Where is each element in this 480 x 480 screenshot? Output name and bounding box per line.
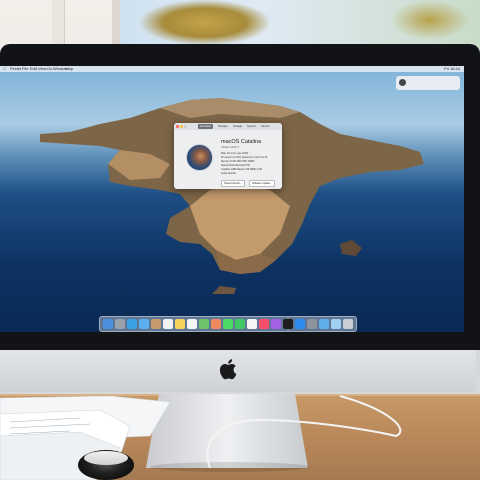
spec-line: Memory 8 GB 1867 MHz DDR3 bbox=[221, 160, 255, 163]
dock bbox=[99, 316, 357, 332]
downloads-icon[interactable] bbox=[331, 319, 341, 329]
tv-icon[interactable] bbox=[283, 319, 293, 329]
menu-bar-clock[interactable]: Fri 16:44 bbox=[444, 66, 460, 72]
tab-overview[interactable]: Overview bbox=[198, 124, 213, 129]
close-button[interactable] bbox=[176, 125, 179, 128]
app-store-icon[interactable] bbox=[295, 319, 305, 329]
system-report-button[interactable]: System Report... bbox=[221, 180, 245, 187]
minimize-button[interactable] bbox=[180, 125, 183, 128]
tape-roll-top bbox=[84, 451, 128, 465]
wall-pipe bbox=[52, 0, 65, 44]
photos-icon[interactable] bbox=[211, 319, 221, 329]
tree bbox=[140, 0, 270, 45]
menu-item[interactable]: File bbox=[22, 66, 28, 72]
mail-icon[interactable] bbox=[139, 319, 149, 329]
imac-screen:  Finder File Edit View Go Window Help F… bbox=[0, 66, 464, 332]
system-preferences-icon[interactable] bbox=[307, 319, 317, 329]
music-icon[interactable] bbox=[259, 319, 269, 329]
notes-icon[interactable] bbox=[175, 319, 185, 329]
tab-support[interactable]: Support bbox=[245, 124, 258, 129]
spec-line: Startup Disk Macintosh HD bbox=[221, 164, 250, 167]
messages-icon[interactable] bbox=[223, 319, 233, 329]
menu-item[interactable]: Go bbox=[47, 66, 52, 72]
safari-icon[interactable] bbox=[127, 319, 137, 329]
contacts-icon[interactable] bbox=[151, 319, 161, 329]
spec-line: Serial Number bbox=[221, 172, 237, 175]
os-name: macOS Catalina bbox=[221, 139, 262, 145]
spec-line: Graphics AMD Radeon R9 M380 2 GB bbox=[221, 168, 262, 171]
tab-displays[interactable]: Displays bbox=[216, 124, 230, 129]
notification-app-icon bbox=[399, 79, 406, 86]
finder-icon[interactable] bbox=[103, 319, 113, 329]
menu-bar:  Finder File Edit View Go Window Help F… bbox=[0, 66, 464, 72]
spec-line: iMac (27-inch, Late 2015) bbox=[221, 152, 249, 155]
trash-icon[interactable] bbox=[343, 319, 353, 329]
folder-icon[interactable] bbox=[319, 319, 329, 329]
apple-logo-svg bbox=[219, 359, 237, 380]
maps-icon[interactable] bbox=[199, 319, 209, 329]
menu-item[interactable]: Finder bbox=[10, 66, 21, 72]
apple-logo-icon bbox=[218, 357, 240, 381]
zoom-button[interactable] bbox=[184, 125, 187, 128]
launchpad-icon[interactable] bbox=[115, 319, 125, 329]
spec-line: Processor 3.2 GHz Quad-Core Intel Core i… bbox=[221, 156, 268, 159]
macos-catalina-logo bbox=[186, 144, 213, 171]
facetime-icon[interactable] bbox=[235, 319, 245, 329]
podcasts-icon[interactable] bbox=[271, 319, 281, 329]
software-update-button[interactable]: Software Update... bbox=[249, 180, 275, 187]
tab-service[interactable]: Service bbox=[259, 124, 272, 129]
tree bbox=[390, 0, 470, 40]
power-cable bbox=[206, 395, 402, 469]
os-version: Version 10.15.7 bbox=[221, 146, 240, 149]
apple-menu-icon[interactable]:  bbox=[3, 66, 6, 72]
calendar-icon[interactable] bbox=[163, 319, 173, 329]
news-icon[interactable] bbox=[247, 319, 257, 329]
menu-item[interactable]: Edit bbox=[30, 66, 37, 72]
menu-item[interactable]: View bbox=[38, 66, 47, 72]
reminders-icon[interactable] bbox=[187, 319, 197, 329]
window-titlebar: Overview Displays Storage Support Servic… bbox=[174, 123, 282, 130]
tab-storage[interactable]: Storage bbox=[231, 124, 244, 129]
menu-item[interactable]: Help bbox=[65, 66, 73, 72]
about-this-mac-window: Overview Displays Storage Support Servic… bbox=[174, 123, 282, 189]
